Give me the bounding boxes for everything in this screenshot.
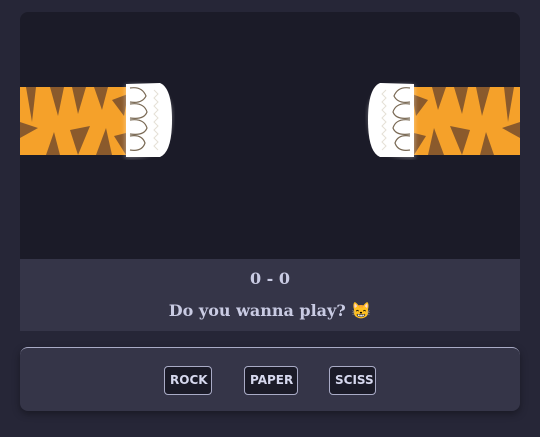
arena (20, 12, 520, 259)
tiger-paw-right-icon (367, 83, 520, 159)
score-display: 0 - 0 (249, 269, 291, 288)
choice-controls: ROCK PAPER SCISS (20, 347, 520, 411)
rock-button[interactable]: ROCK (164, 366, 212, 395)
game-card: 0 - 0 Do you wanna play? 😸 (20, 12, 520, 331)
tiger-paw-left-icon (20, 83, 173, 159)
status-panel: 0 - 0 Do you wanna play? 😸 (20, 259, 520, 331)
paper-button[interactable]: PAPER (244, 366, 298, 395)
status-message: Do you wanna play? 😸 (168, 301, 372, 320)
scissors-button[interactable]: SCISS (329, 366, 376, 395)
